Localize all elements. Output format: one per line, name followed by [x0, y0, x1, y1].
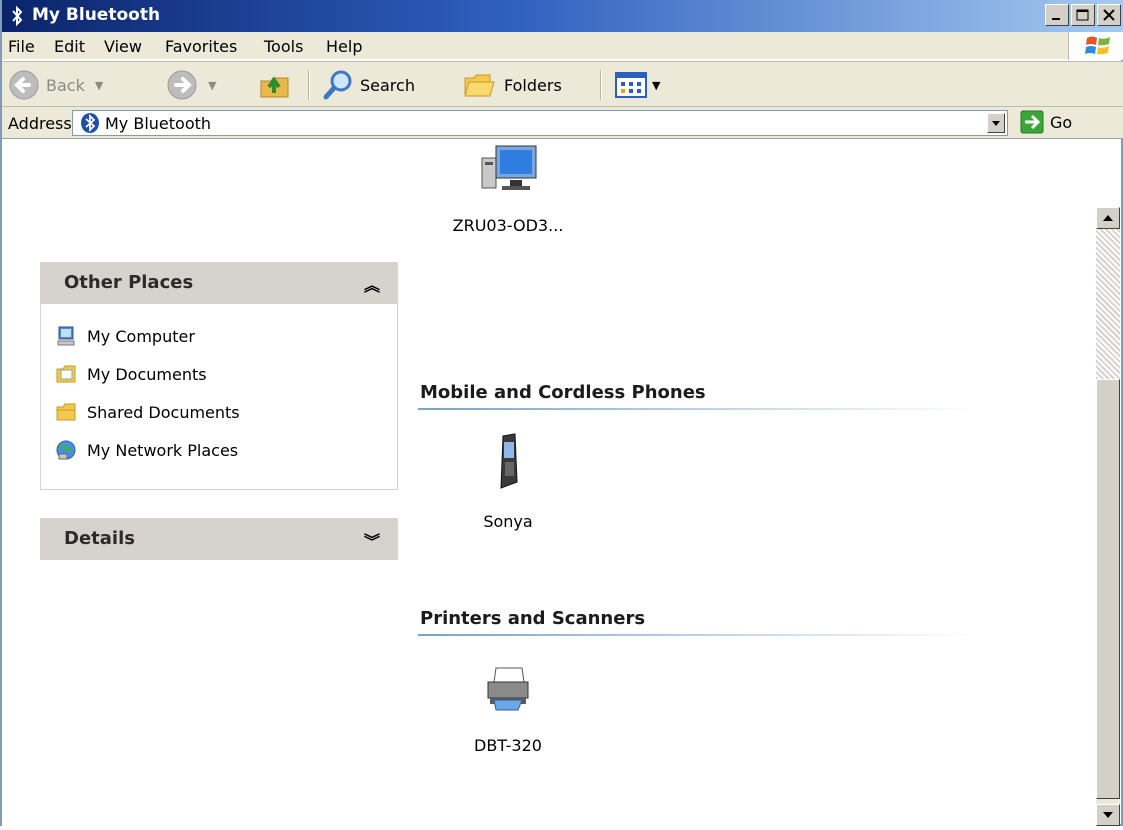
folders-label: Folders — [504, 75, 562, 95]
minimize-button[interactable] — [1045, 4, 1069, 26]
other-places-title: Other Places — [64, 272, 194, 293]
scroll-down-icon — [1103, 812, 1113, 818]
back-arrow-icon — [9, 70, 39, 100]
other-places-header[interactable]: Other Places ︽ — [40, 262, 398, 304]
address-label: Address — [8, 114, 72, 133]
menu-help[interactable]: Help — [326, 37, 362, 56]
task-pane: Other Places ︽ My Computer My Documents — [2, 140, 418, 826]
group-divider — [418, 634, 978, 636]
back-button[interactable]: Back ▼ — [8, 68, 103, 102]
menu-edit[interactable]: Edit — [54, 37, 85, 56]
group-divider — [418, 408, 978, 410]
my-documents-icon — [56, 365, 76, 383]
maximize-button[interactable] — [1071, 4, 1095, 26]
printer-icon — [487, 667, 529, 711]
close-button[interactable] — [1097, 4, 1121, 26]
search-button[interactable]: Search — [322, 68, 415, 102]
minimize-icon — [1052, 18, 1060, 20]
collapse-chevron-icon[interactable]: ︽ — [364, 272, 380, 296]
scroll-thumb[interactable] — [1096, 379, 1120, 799]
forward-dropdown-icon[interactable]: ▼ — [208, 79, 216, 92]
search-icon — [323, 70, 352, 100]
bluetooth-icon — [12, 5, 23, 27]
back-dropdown-icon[interactable]: ▼ — [95, 79, 103, 92]
network-places-icon — [56, 440, 76, 460]
back-label: Back — [46, 75, 85, 95]
device-label: Sonya — [483, 512, 533, 531]
place-my-documents[interactable]: My Documents — [55, 362, 207, 386]
address-dropdown-button[interactable] — [987, 113, 1005, 133]
expand-chevron-icon[interactable]: ︾ — [364, 528, 380, 552]
scroll-track[interactable] — [1096, 229, 1120, 379]
group-title-phones: Mobile and Cordless Phones — [420, 382, 706, 403]
search-label: Search — [360, 75, 415, 95]
windows-flag-icon — [1085, 36, 1110, 55]
close-icon — [1103, 9, 1115, 21]
place-label: Shared Documents — [87, 402, 240, 422]
views-icon — [615, 72, 647, 98]
place-shared-documents[interactable]: Shared Documents — [55, 400, 240, 424]
address-field[interactable]: My Bluetooth — [72, 110, 1008, 136]
place-label: My Network Places — [87, 440, 239, 460]
details-header[interactable]: Details ︾ — [40, 518, 398, 560]
up-folder-icon — [260, 76, 289, 98]
menu-tools[interactable]: Tools — [264, 37, 303, 56]
device-computer-item[interactable]: ZRU03-OD3... — [438, 145, 578, 235]
views-button[interactable]: ▼ — [614, 68, 660, 102]
device-phone-item[interactable]: Sonya — [458, 433, 558, 531]
shared-documents-icon — [56, 403, 76, 421]
place-label: My Documents — [87, 364, 207, 384]
forward-arrow-icon — [167, 70, 197, 100]
views-dropdown-icon[interactable]: ▼ — [652, 79, 660, 92]
maximize-icon — [1076, 9, 1089, 21]
go-button[interactable]: Go — [1020, 110, 1072, 134]
device-printer-item[interactable]: DBT-320 — [458, 667, 558, 755]
place-my-network-places[interactable]: My Network Places — [55, 438, 238, 462]
window-title: My Bluetooth — [32, 5, 161, 25]
title-bar[interactable]: My Bluetooth — [2, 0, 1123, 32]
place-label: My Computer — [87, 326, 195, 346]
scroll-up-icon — [1103, 215, 1113, 221]
menu-file[interactable]: File — [8, 37, 35, 56]
content-area: ZRU03-OD3... Mobile and Cordless Phones … — [418, 140, 1096, 826]
address-value: My Bluetooth — [105, 114, 212, 133]
details-title: Details — [64, 528, 135, 549]
folders-icon — [464, 74, 495, 97]
forward-button[interactable]: ▼ — [166, 68, 216, 102]
go-arrow-icon — [1020, 110, 1044, 134]
menu-favorites[interactable]: Favorites — [165, 37, 237, 56]
scroll-down-button[interactable] — [1096, 804, 1120, 826]
windows-logo — [1068, 32, 1123, 60]
device-label: DBT-320 — [474, 736, 542, 755]
address-bar: Address My Bluetooth Go — [2, 107, 1123, 139]
group-title-printers: Printers and Scanners — [420, 608, 646, 629]
vertical-scrollbar[interactable] — [1096, 207, 1120, 826]
other-places-list: My Computer My Documents Shared Document… — [40, 304, 398, 490]
explorer-window: My Bluetooth File Edit View Favorites To… — [0, 0, 1123, 826]
standard-toolbar: Back ▼ ▼ Search Folders ▼ — [2, 61, 1123, 107]
bluetooth-icon — [81, 113, 99, 133]
scroll-up-button[interactable] — [1096, 207, 1120, 229]
menu-view[interactable]: View — [104, 37, 142, 56]
computer-icon — [481, 145, 537, 190]
up-folder-button[interactable] — [258, 68, 292, 102]
chevron-down-icon — [992, 121, 1000, 126]
go-label: Go — [1050, 112, 1073, 132]
place-my-computer[interactable]: My Computer — [55, 324, 195, 348]
mobile-phone-icon — [500, 433, 518, 489]
my-computer-icon — [57, 326, 75, 346]
device-label: ZRU03-OD3... — [452, 216, 564, 235]
menu-bar: File Edit View Favorites Tools Help — [2, 32, 1123, 60]
folders-button[interactable]: Folders — [462, 68, 562, 102]
